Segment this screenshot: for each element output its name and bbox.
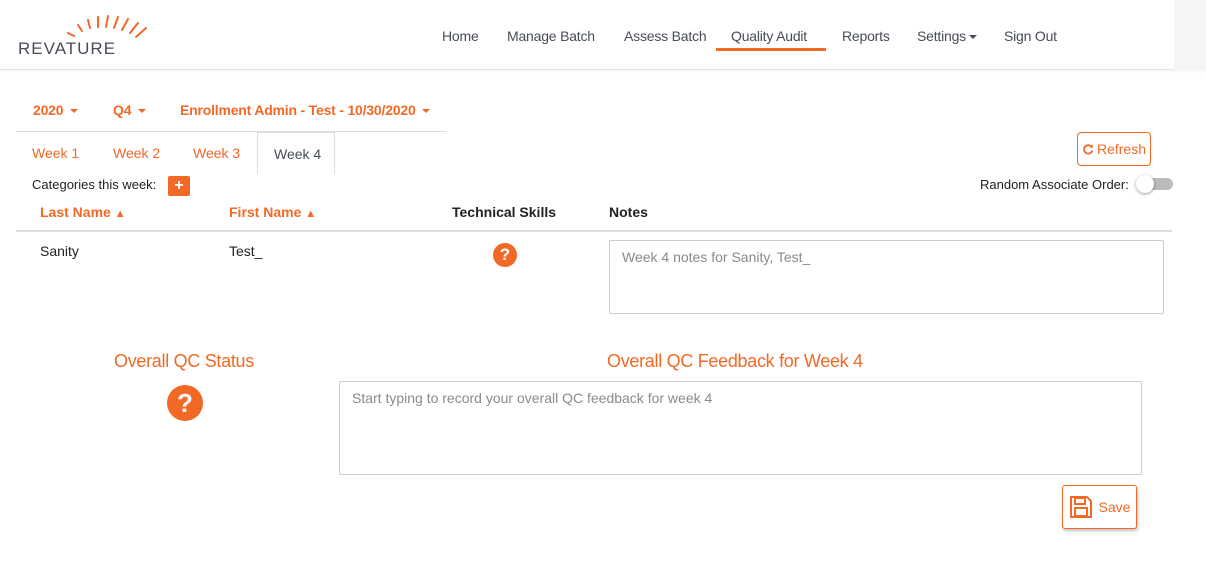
nav-home[interactable]: Home xyxy=(442,28,479,44)
first-name-header-label: First Name xyxy=(229,204,302,220)
first-name-header[interactable]: First Name ▲︎ xyxy=(229,204,316,220)
overall-qc-status-title: Overall QC Status xyxy=(114,351,254,371)
overall-qc-feedback-title: Overall QC Feedback for Week 4 xyxy=(607,351,863,371)
nav-manage-batch[interactable]: Manage Batch xyxy=(507,28,595,44)
logo-text: REVATURE xyxy=(18,39,117,58)
tab-week-4[interactable]: Week 4 xyxy=(257,132,335,174)
row-first-name: Test_ xyxy=(229,243,263,259)
nav-settings-dropdown[interactable]: Settings xyxy=(917,28,977,44)
caret-down-icon xyxy=(422,109,431,114)
caret-down-icon xyxy=(70,109,79,114)
revature-logo[interactable]: REVATURE xyxy=(18,14,148,60)
filter-divider xyxy=(16,131,446,132)
question-circle-icon[interactable]: ? xyxy=(493,243,517,267)
categories-label: Categories this week: xyxy=(32,177,157,192)
associate-notes-input[interactable] xyxy=(609,240,1164,314)
overall-feedback-input[interactable] xyxy=(339,381,1142,475)
tab-week-1[interactable]: Week 1 xyxy=(32,145,79,161)
tab-week-2[interactable]: Week 2 xyxy=(113,145,160,161)
last-name-header-label: Last Name xyxy=(40,204,111,220)
add-category-button[interactable]: + xyxy=(168,176,190,196)
tab-week-3[interactable]: Week 3 xyxy=(193,145,240,161)
top-navbar: REVATURE Home Manage Batch Assess Batch … xyxy=(0,0,1206,70)
refresh-button[interactable]: Refresh xyxy=(1077,132,1151,166)
save-label: Save xyxy=(1098,499,1131,515)
toggle-knob xyxy=(1136,175,1154,193)
nav-reports[interactable]: Reports xyxy=(842,28,890,44)
year-dropdown[interactable]: 2020 xyxy=(33,102,79,118)
last-name-header[interactable]: Last Name ▲︎ xyxy=(40,204,126,220)
batch-dropdown[interactable]: Enrollment Admin - Test - 10/30/2020 xyxy=(180,102,431,118)
row-last-name: Sanity xyxy=(40,243,79,259)
sort-icon: ▲︎ xyxy=(305,208,317,220)
refresh-icon xyxy=(1083,144,1094,155)
year-label: 2020 xyxy=(33,102,64,118)
technical-skills-header: Technical Skills xyxy=(452,204,557,220)
nav-assess-batch[interactable]: Assess Batch xyxy=(624,28,707,44)
save-button[interactable]: Save xyxy=(1062,485,1137,529)
sort-icon: ▲︎ xyxy=(114,208,126,220)
caret-down-icon xyxy=(969,35,977,40)
question-circle-icon[interactable]: ? xyxy=(167,385,203,421)
floppy-disk-icon xyxy=(1069,496,1092,518)
navbar-edge xyxy=(1174,0,1206,70)
caret-down-icon xyxy=(137,109,146,114)
notes-header: Notes xyxy=(609,204,648,220)
quarter-dropdown[interactable]: Q4 xyxy=(113,102,146,118)
batch-label: Enrollment Admin - Test - 10/30/2020 xyxy=(180,102,416,118)
logo-rays-icon xyxy=(67,15,147,38)
quarter-label: Q4 xyxy=(113,102,132,118)
random-order-toggle[interactable] xyxy=(1136,175,1173,193)
refresh-label: Refresh xyxy=(1096,141,1147,157)
table-header-divider xyxy=(16,230,1172,232)
nav-active-indicator xyxy=(716,48,826,51)
nav-sign-out[interactable]: Sign Out xyxy=(1004,28,1057,44)
nav-settings-label: Settings xyxy=(917,28,966,44)
nav-quality-audit[interactable]: Quality Audit xyxy=(731,28,807,44)
random-order-label: Random Associate Order: xyxy=(980,177,1129,192)
